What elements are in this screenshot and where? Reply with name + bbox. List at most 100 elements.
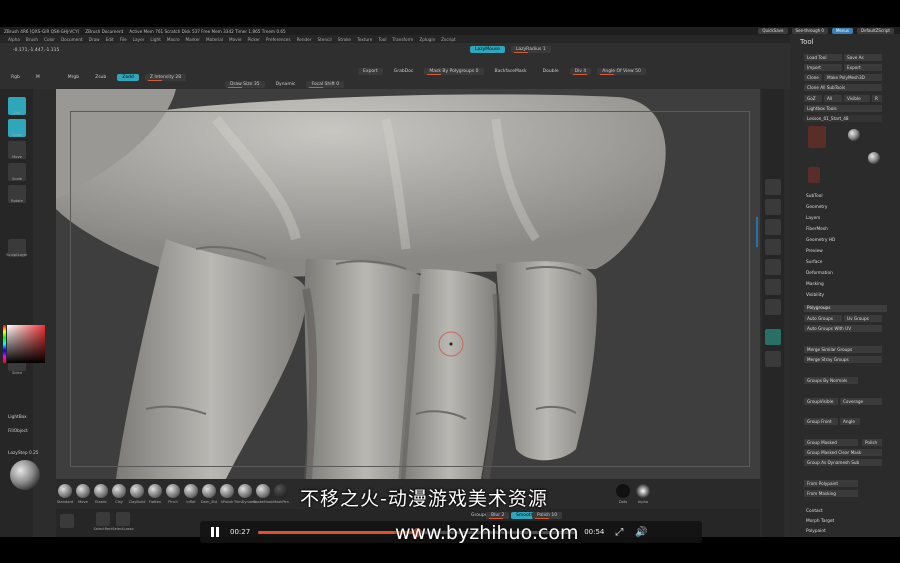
color-picker[interactable]	[7, 325, 45, 363]
pinch-brush-icon[interactable]	[166, 484, 180, 498]
hue-slider[interactable]	[3, 325, 6, 363]
r-button[interactable]: R	[872, 95, 882, 102]
snakehook-brush-icon[interactable]	[256, 484, 270, 498]
from-masking-button[interactable]: From Masking	[804, 490, 858, 497]
fill-object-button[interactable]: FillObject	[8, 429, 28, 434]
elastic-brush-icon[interactable]	[94, 484, 108, 498]
cylinder-tool-icon[interactable]	[868, 152, 880, 164]
polish-pg-slider[interactable]: Polish	[862, 439, 882, 446]
menu-stroke[interactable]: Stroke	[338, 37, 351, 42]
menu-alpha[interactable]: Alpha	[8, 37, 20, 42]
palette-item-subtool[interactable]: SubTool	[806, 194, 823, 199]
actual-button[interactable]	[765, 179, 781, 195]
mask-by-polygroups-slider[interactable]: Mask By Polygroups 0	[424, 68, 484, 75]
palette-item-preview[interactable]: Preview	[806, 249, 823, 254]
menu-material[interactable]: Material	[206, 37, 223, 42]
palette-item-contact[interactable]: Contact	[806, 509, 823, 514]
make-polymesh-button[interactable]: Make PolyMesh3D	[824, 74, 882, 81]
draw-size-slider[interactable]: Draw Size 35	[225, 81, 265, 88]
menu-preferences[interactable]: Preferences	[266, 37, 291, 42]
m-button[interactable]: M	[31, 74, 45, 81]
group-masked-button[interactable]: Group Masked	[804, 439, 858, 446]
zadd-button[interactable]: Zadd	[117, 74, 139, 81]
palette-item-polypaint[interactable]: Polypaint	[806, 529, 826, 534]
visible-button[interactable]: Visible	[844, 95, 870, 102]
uv-groups-button[interactable]: Uv Groups	[844, 315, 882, 322]
palette-item-masking[interactable]: Masking	[806, 282, 824, 287]
coverage-slider[interactable]: Coverage	[840, 398, 882, 405]
auto-groups-uv-button[interactable]: Auto Groups With UV	[804, 325, 882, 332]
menu-picker[interactable]: Picker	[247, 37, 259, 42]
menu-light[interactable]: Light	[150, 37, 160, 42]
pause-icon[interactable]	[208, 525, 222, 539]
lightbox-tools-button[interactable]: Lightbox Tools	[804, 105, 882, 112]
polygroups-header[interactable]: Polygroups	[804, 305, 887, 312]
palette-item-morph-target[interactable]: Morph Target	[806, 519, 834, 524]
move-brush-icon[interactable]	[76, 484, 90, 498]
polish-slider[interactable]: Polish 10	[532, 512, 563, 519]
hpolish-brush-icon[interactable]	[220, 484, 234, 498]
menu-movie[interactable]: Movie	[229, 37, 241, 42]
import-button[interactable]: Import	[804, 64, 842, 71]
menu-transform[interactable]: Transform	[392, 37, 413, 42]
all-button[interactable]: All	[824, 95, 842, 102]
clay-brush-icon[interactable]	[112, 484, 126, 498]
lazystep-slider[interactable]: LazyStep 0.25	[8, 451, 39, 456]
menu-document[interactable]: Document	[61, 37, 83, 42]
export-button[interactable]: Export	[358, 68, 383, 75]
inflat-brush-icon[interactable]	[184, 484, 198, 498]
auto-groups-button[interactable]: Auto Groups	[804, 315, 842, 322]
save-as-button[interactable]: Save As	[844, 54, 882, 61]
sphere-tool-icon[interactable]	[848, 129, 860, 141]
menu-layer[interactable]: Layer	[133, 37, 145, 42]
viewport-canvas[interactable]	[56, 89, 760, 479]
from-polypaint-button[interactable]: From Polypaint	[804, 480, 858, 487]
menu-edit[interactable]: Edit	[106, 37, 114, 42]
grabdoc-button[interactable]: GrabDoc	[389, 68, 419, 75]
load-tool-button[interactable]: Load Tool	[804, 54, 842, 61]
quicksave-button[interactable]: QuickSave	[758, 28, 788, 34]
clone-all-subtools-button[interactable]: Clone All SubTools	[804, 84, 882, 91]
dynamic-persp-button[interactable]	[765, 219, 781, 235]
zsub-button[interactable]: Zsub	[90, 74, 111, 81]
groups-by-normals-button[interactable]: Groups By Normals	[804, 377, 858, 384]
menu-stencil[interactable]: Stencil	[317, 37, 331, 42]
menu-macro[interactable]: Macro	[167, 37, 180, 42]
menu-file[interactable]: File	[120, 37, 127, 42]
mrgb-button[interactable]: Mrgb	[63, 74, 84, 81]
group-as-dynamesh-button[interactable]: Group As Dynamesh Sub	[804, 459, 882, 466]
double-button[interactable]: Double	[538, 68, 564, 75]
goz-button[interactable]: GoZ	[804, 95, 822, 102]
claybuild-brush-icon[interactable]	[130, 484, 144, 498]
palette-item-geometry[interactable]: Geometry	[806, 205, 827, 210]
dynamic-button[interactable]: Dynamic	[271, 81, 301, 88]
palette-item-geometry-hd[interactable]: Geometry HD	[806, 238, 835, 243]
menu-draw[interactable]: Draw	[89, 37, 100, 42]
polyf-button[interactable]	[765, 329, 781, 345]
dots-stroke-icon[interactable]	[616, 484, 630, 498]
menu-render[interactable]: Render	[297, 37, 312, 42]
standard-brush-icon[interactable]	[58, 484, 72, 498]
alpha-icon[interactable]	[636, 484, 650, 498]
lightbox-button[interactable]: LightBox	[8, 415, 27, 420]
group-front-button[interactable]: Group Front	[804, 418, 838, 425]
trimdynamic-brush-icon[interactable]	[238, 484, 252, 498]
transp-view-button[interactable]	[765, 351, 781, 367]
select-lasso-icon[interactable]	[116, 512, 130, 526]
fullscreen-icon[interactable]: ⤢	[612, 525, 626, 539]
palette-item-fibermesh[interactable]: FiberMesh	[806, 227, 828, 232]
merge-similar-groups-button[interactable]: Merge Similar Groups	[804, 346, 882, 353]
tool-preview-icon[interactable]	[60, 514, 74, 528]
move-view-button[interactable]	[765, 299, 781, 315]
merge-stray-groups-button[interactable]: Merge Stray Groups	[804, 356, 882, 363]
damstandard-brush-icon[interactable]	[202, 484, 216, 498]
hand-tool-thumbnail[interactable]	[808, 126, 826, 148]
group-visible-button[interactable]: GroupVisible	[804, 398, 838, 405]
current-tool-name[interactable]: Lesson_01_Start_48	[804, 115, 882, 122]
lazymouse-button[interactable]: LazyMouse	[470, 46, 505, 53]
menu-zscript[interactable]: Zscript	[441, 37, 456, 42]
maskpen-brush-icon[interactable]	[274, 484, 288, 498]
focal-shift-slider[interactable]: Focal Shift 0	[306, 81, 345, 88]
backface-mask-button[interactable]: BackfaceMask	[490, 68, 532, 75]
export-tool-button[interactable]: Export	[844, 64, 882, 71]
